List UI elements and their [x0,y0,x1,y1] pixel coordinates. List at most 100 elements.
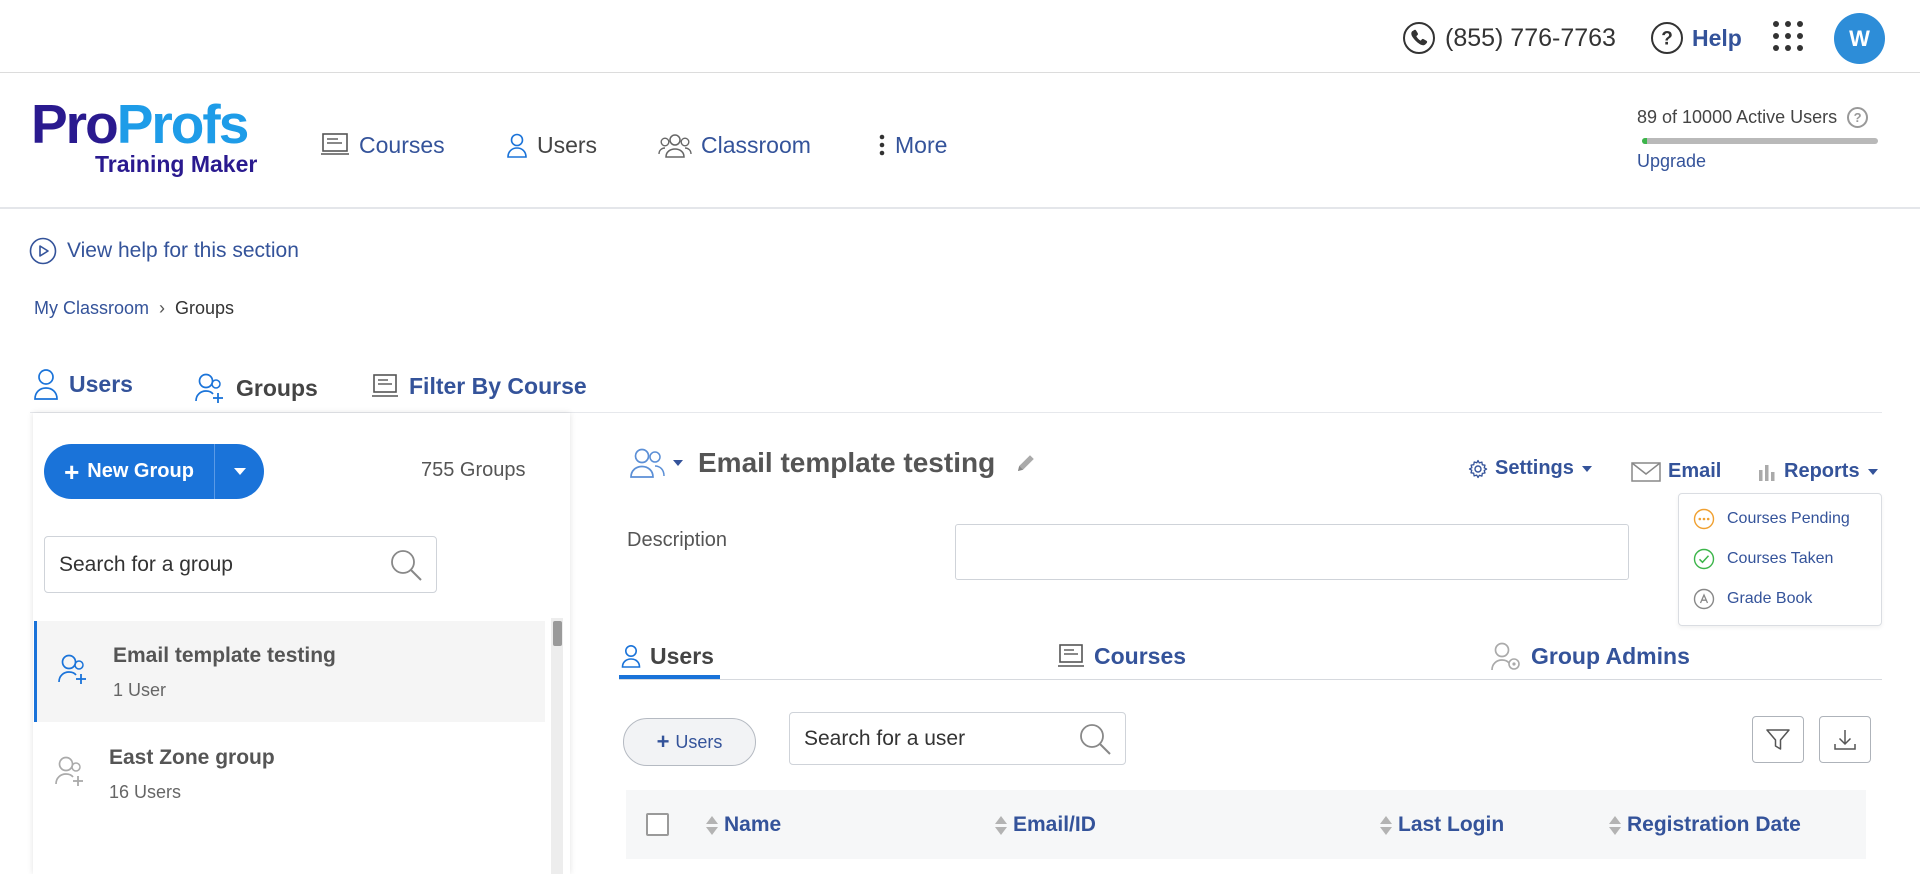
group-list-item[interactable]: Email template testing 1 User [34,621,545,722]
group-name: Email template testing [113,644,336,667]
groups-icon [57,653,89,685]
column-header-registration-date[interactable]: Registration Date [1609,810,1801,840]
subtab-courses[interactable]: Courses [1057,639,1186,673]
active-users-bar [1642,138,1878,144]
description-input[interactable] [955,524,1629,580]
nav-courses-label: Courses [359,131,445,158]
reports-menu-courses-pending[interactable]: Courses Pending [1693,507,1850,531]
upgrade-link[interactable]: Upgrade [1637,151,1706,172]
settings-label: Settings [1495,457,1574,479]
product-name: Training Maker [95,151,258,177]
filter-button[interactable] [1752,716,1804,763]
tab-users[interactable]: Users [33,366,133,402]
group-title-row: Email template testing [628,447,1037,479]
help-link[interactable]: ? Help [1650,20,1742,56]
gear-icon [1468,459,1488,479]
bar-chart-icon [1757,462,1777,482]
admin-icon [1490,641,1522,671]
reports-menu-label: Grade Book [1727,590,1813,607]
subtab-users[interactable]: Users [621,639,714,673]
nav-users-label: Users [537,131,598,158]
check-circle-icon [1693,548,1715,570]
tab-users-label: Users [69,370,133,397]
logo-part-1: Pro [31,93,119,155]
courses-icon [320,132,350,158]
group-name: East Zone group [109,746,275,769]
edit-pencil-icon[interactable] [1015,452,1037,474]
view-help-link[interactable]: View help for this section [29,237,299,265]
logo[interactable]: ProProfs [31,97,249,152]
group-user-count: 1 User [113,680,167,700]
pending-icon [1693,508,1715,530]
phone-link[interactable]: (855) 776-7763 [1402,20,1616,56]
add-users-label: Users [675,731,723,752]
more-dots-icon [878,133,886,157]
search-icon[interactable] [388,547,424,583]
column-name-label: Name [724,813,782,836]
download-button[interactable] [1819,716,1871,763]
nav-more[interactable]: More [878,128,947,162]
column-registration-date-label: Registration Date [1627,813,1801,836]
phone-icon [1402,21,1436,55]
column-email-label: Email/ID [1013,813,1096,836]
grade-icon [1693,588,1715,610]
email-button[interactable]: Email [1631,460,1721,483]
reports-menu-label: Courses Pending [1727,510,1850,527]
new-group-split-button: + New Group [44,444,264,499]
tab-groups[interactable]: Groups [194,370,318,406]
new-group-button[interactable]: + New Group [44,444,215,499]
select-all-checkbox[interactable] [646,813,669,836]
settings-dropdown[interactable]: Settings [1468,457,1593,480]
sort-icon [706,815,718,835]
info-question-icon[interactable]: ? [1847,107,1869,128]
reports-menu-grade-book[interactable]: Grade Book [1693,587,1812,611]
sort-icon [1609,815,1621,835]
reports-dropdown[interactable]: Reports [1757,460,1879,483]
nav-courses[interactable]: Courses [320,128,445,162]
user-search-input[interactable]: Search for a user [789,712,1126,765]
subtab-group-admins[interactable]: Group Admins [1490,639,1690,673]
tab-groups-label: Groups [236,374,318,401]
phone-number: (855) 776-7763 [1445,23,1616,52]
tab-filter-by-course[interactable]: Filter By Course [371,368,587,404]
group-list-item[interactable]: East Zone group 16 Users [34,723,545,824]
user-icon [621,644,641,668]
reports-menu-courses-taken[interactable]: Courses Taken [1693,547,1833,571]
subtab-users-label: Users [650,642,714,669]
new-group-label: New Group [87,460,194,482]
column-header-last-login[interactable]: Last Login [1380,810,1504,840]
help-label: Help [1692,24,1742,51]
avatar[interactable]: W [1834,13,1885,64]
plus-icon: + [64,456,80,487]
subtab-active-indicator [619,675,720,679]
group-list-scrollbar[interactable] [551,618,563,874]
breadcrumb-parent[interactable]: My Classroom [34,298,149,319]
nav-users[interactable]: Users [506,128,597,162]
reports-label: Reports [1784,460,1860,482]
user-search-placeholder: Search for a user [804,726,966,750]
group-search-input[interactable]: Search for a group [44,536,437,593]
search-icon[interactable] [1077,721,1113,757]
caret-down-icon [233,467,247,476]
column-header-name[interactable]: Name [706,810,781,840]
group-user-count: 16 Users [109,782,182,802]
reports-menu-label: Courses Taken [1727,550,1834,567]
play-circle-icon [29,237,57,265]
subtab-group-admins-label: Group Admins [1531,642,1690,669]
plus-icon: + [656,729,670,754]
nav-classroom[interactable]: Classroom [658,128,811,162]
mail-icon [1631,461,1661,483]
column-header-email[interactable]: Email/ID [995,810,1096,840]
breadcrumb: My Classroom › Groups [34,298,234,319]
group-list-scrollbar-thumb[interactable] [553,621,562,646]
breadcrumb-separator: › [159,298,166,318]
sort-icon [1380,815,1392,835]
subtab-courses-label: Courses [1094,642,1187,669]
classroom-icon [658,132,692,158]
apps-grid-icon[interactable] [1773,21,1803,51]
groups-icon [194,372,226,404]
group-type-dropdown[interactable] [628,447,684,479]
add-users-button[interactable]: + Users [623,718,756,766]
new-group-dropdown-button[interactable] [215,444,264,499]
nav-bar [0,74,1920,209]
